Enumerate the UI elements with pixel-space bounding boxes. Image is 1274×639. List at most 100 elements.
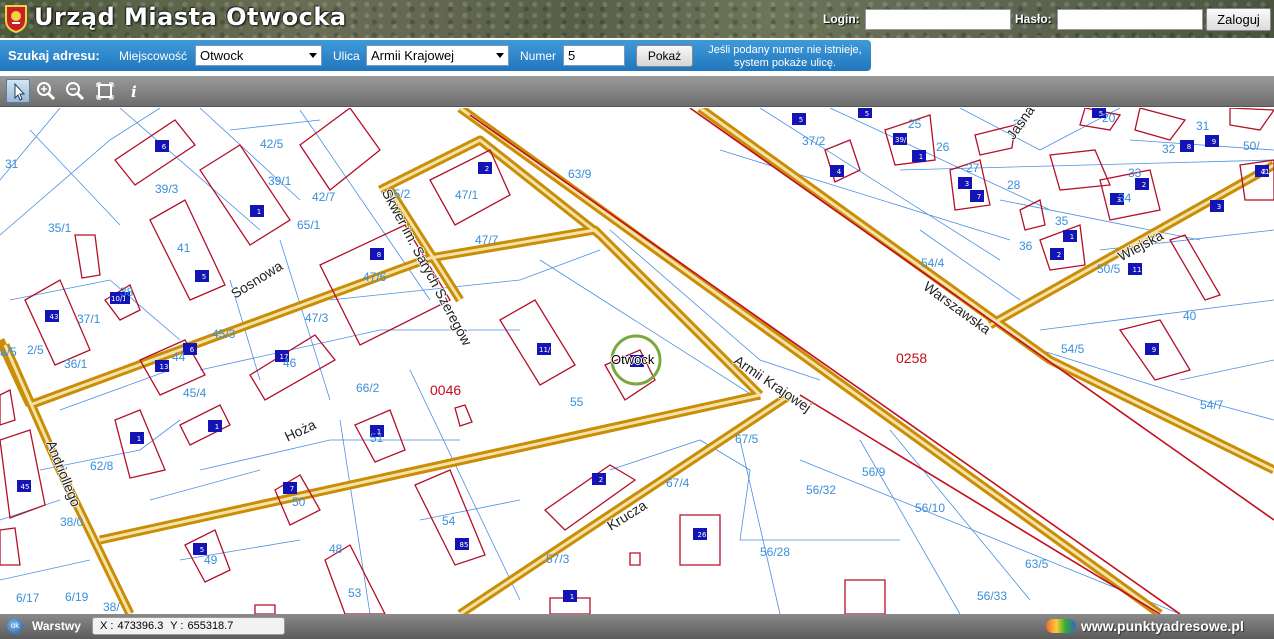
building-number: 11 [1132, 266, 1142, 274]
x-label: X : [100, 620, 114, 632]
login-label: Login: [823, 12, 860, 26]
parcel-label: 42/5 [260, 137, 284, 151]
zoom-in-icon [37, 82, 56, 101]
parcel-label: 56/28 [760, 545, 791, 559]
city-crest-icon [5, 5, 27, 33]
parcel-label: 63/5 [1025, 557, 1049, 571]
number-input[interactable] [563, 45, 625, 66]
layers-icon[interactable]: ok [7, 618, 23, 634]
parcel-label: 48 [329, 542, 343, 556]
login-button[interactable]: Zaloguj [1206, 8, 1271, 31]
building-number: 9 [1151, 346, 1157, 354]
building-number: 1 [918, 153, 924, 161]
town-select[interactable]: Otwock [195, 45, 322, 66]
parcel-label: 40 [1183, 309, 1197, 323]
parcel-label: 44 [172, 350, 186, 364]
search-panel: Szukaj adresu: Miejscowość Otwock Ulica … [0, 40, 871, 71]
zoom-in-button[interactable] [34, 79, 58, 103]
parcel-label: a/5 [0, 345, 17, 359]
app-window: Urząd Miasta Otwocka Login: Hasło: Zalog… [0, 0, 1274, 639]
chevron-down-icon [496, 53, 504, 58]
precinct-label: 0046 [430, 382, 462, 398]
parcel-label: 50/5 [1097, 262, 1121, 276]
building-number: 1 [136, 435, 142, 443]
parcel-label: 62/8 [90, 459, 114, 473]
parcel-label: 50/ [1243, 139, 1260, 153]
search-hint-line2: system pokaże ulicę. [733, 57, 837, 69]
info-icon: i [131, 83, 137, 101]
full-extent-icon [96, 82, 114, 100]
building-number: 2 [598, 476, 604, 484]
full-extent-button[interactable] [93, 79, 117, 103]
parcel-label: 33 [1128, 166, 1142, 180]
coordinates-readout: X :473396.3 Y :655318.7 [92, 617, 285, 635]
address-marker-label: Otwock [611, 352, 655, 367]
map-canvas[interactable]: 31 42/5 39/3 39/1 35/1 41 42/7 65/2 65/1 47/1 47/7… [0, 108, 1274, 614]
building-number: 6 [161, 143, 167, 151]
town-select-value: Otwock [200, 48, 244, 63]
building-number: 10/12 [111, 295, 125, 303]
building-number: 5 [199, 546, 205, 554]
parcel-label: 66/2 [356, 381, 380, 395]
parcel-label: 39/1 [268, 174, 292, 188]
building-number: 45 [20, 483, 30, 491]
search-title: Szukaj adresu: [8, 48, 100, 63]
parcel-label: 45/3 [212, 327, 236, 341]
zoom-out-icon [66, 82, 85, 101]
building-number: 1 [214, 423, 220, 431]
parcel-label: 42/7 [312, 190, 336, 204]
building-number: 85 [459, 541, 469, 549]
parcel-label: 35/1 [48, 221, 72, 235]
parcel-label: 67/5 [735, 432, 759, 446]
parcel-label: 25 [908, 117, 922, 131]
password-input[interactable] [1057, 9, 1203, 30]
pointer-tool-button[interactable] [6, 79, 30, 103]
city-title: Urząd Miasta Otwocka [34, 3, 347, 31]
parcel-label: 2/5 [27, 343, 44, 357]
building-number: 2 [484, 165, 490, 173]
svg-text:i: i [131, 83, 137, 101]
parcel-label: 54 [442, 514, 456, 528]
parcel-label: 47/6 [363, 270, 387, 284]
parcel-label: 54/5 [1061, 342, 1085, 356]
street-select[interactable]: Armii Krajowej [366, 45, 509, 66]
building-number: 7 [976, 193, 982, 201]
login-input[interactable] [865, 9, 1011, 30]
layers-button[interactable]: Warstwy [32, 619, 81, 633]
parcel-label: 31 [5, 157, 19, 171]
parcel-label: 63/9 [568, 167, 592, 181]
building-number: 1 [376, 428, 382, 436]
parcel-label: 26 [936, 140, 950, 154]
town-label: Miejscowość [119, 49, 188, 63]
show-button[interactable]: Pokaż [636, 45, 693, 67]
chevron-down-icon [309, 53, 317, 58]
parcel-label: 54/4 [921, 256, 945, 270]
parcel-label: 31 [1196, 119, 1210, 133]
parcel-label: 50 [292, 495, 306, 509]
parcel-label: 38/ [103, 600, 120, 614]
map-toolbar: i [0, 76, 1274, 107]
brand-link[interactable]: www.punktyadresowe.pl [1081, 618, 1244, 634]
parcel-label: 47/3 [305, 311, 329, 325]
building-number: 5 [201, 273, 207, 281]
parcel-label: 37/1 [77, 312, 101, 326]
precinct-label: 0258 [896, 350, 928, 366]
zoom-out-button[interactable] [63, 79, 87, 103]
building-number: 26 [697, 531, 707, 539]
street-select-value: Armii Krajowej [371, 48, 455, 63]
status-bar: ok Warstwy X :473396.3 Y :655318.7 www.p… [0, 614, 1274, 639]
info-button[interactable]: i [122, 79, 146, 103]
brand-logo-icon [1046, 619, 1076, 633]
building-number: 9 [1211, 138, 1217, 146]
building-number: 5 [1098, 110, 1104, 118]
parcel-label: 36/1 [64, 357, 88, 371]
building-number: 39/1 [895, 136, 909, 144]
parcel-label: 56/10 [915, 501, 946, 515]
parcel-label: 47/1 [455, 188, 479, 202]
building-number: 13 [159, 363, 169, 371]
parcel-label: 41 [177, 241, 191, 255]
password-label: Hasło: [1015, 12, 1052, 26]
building-number: 43 [49, 313, 59, 321]
building-number: 2 [1056, 251, 1062, 259]
parcel-label: 6/19 [65, 590, 89, 604]
